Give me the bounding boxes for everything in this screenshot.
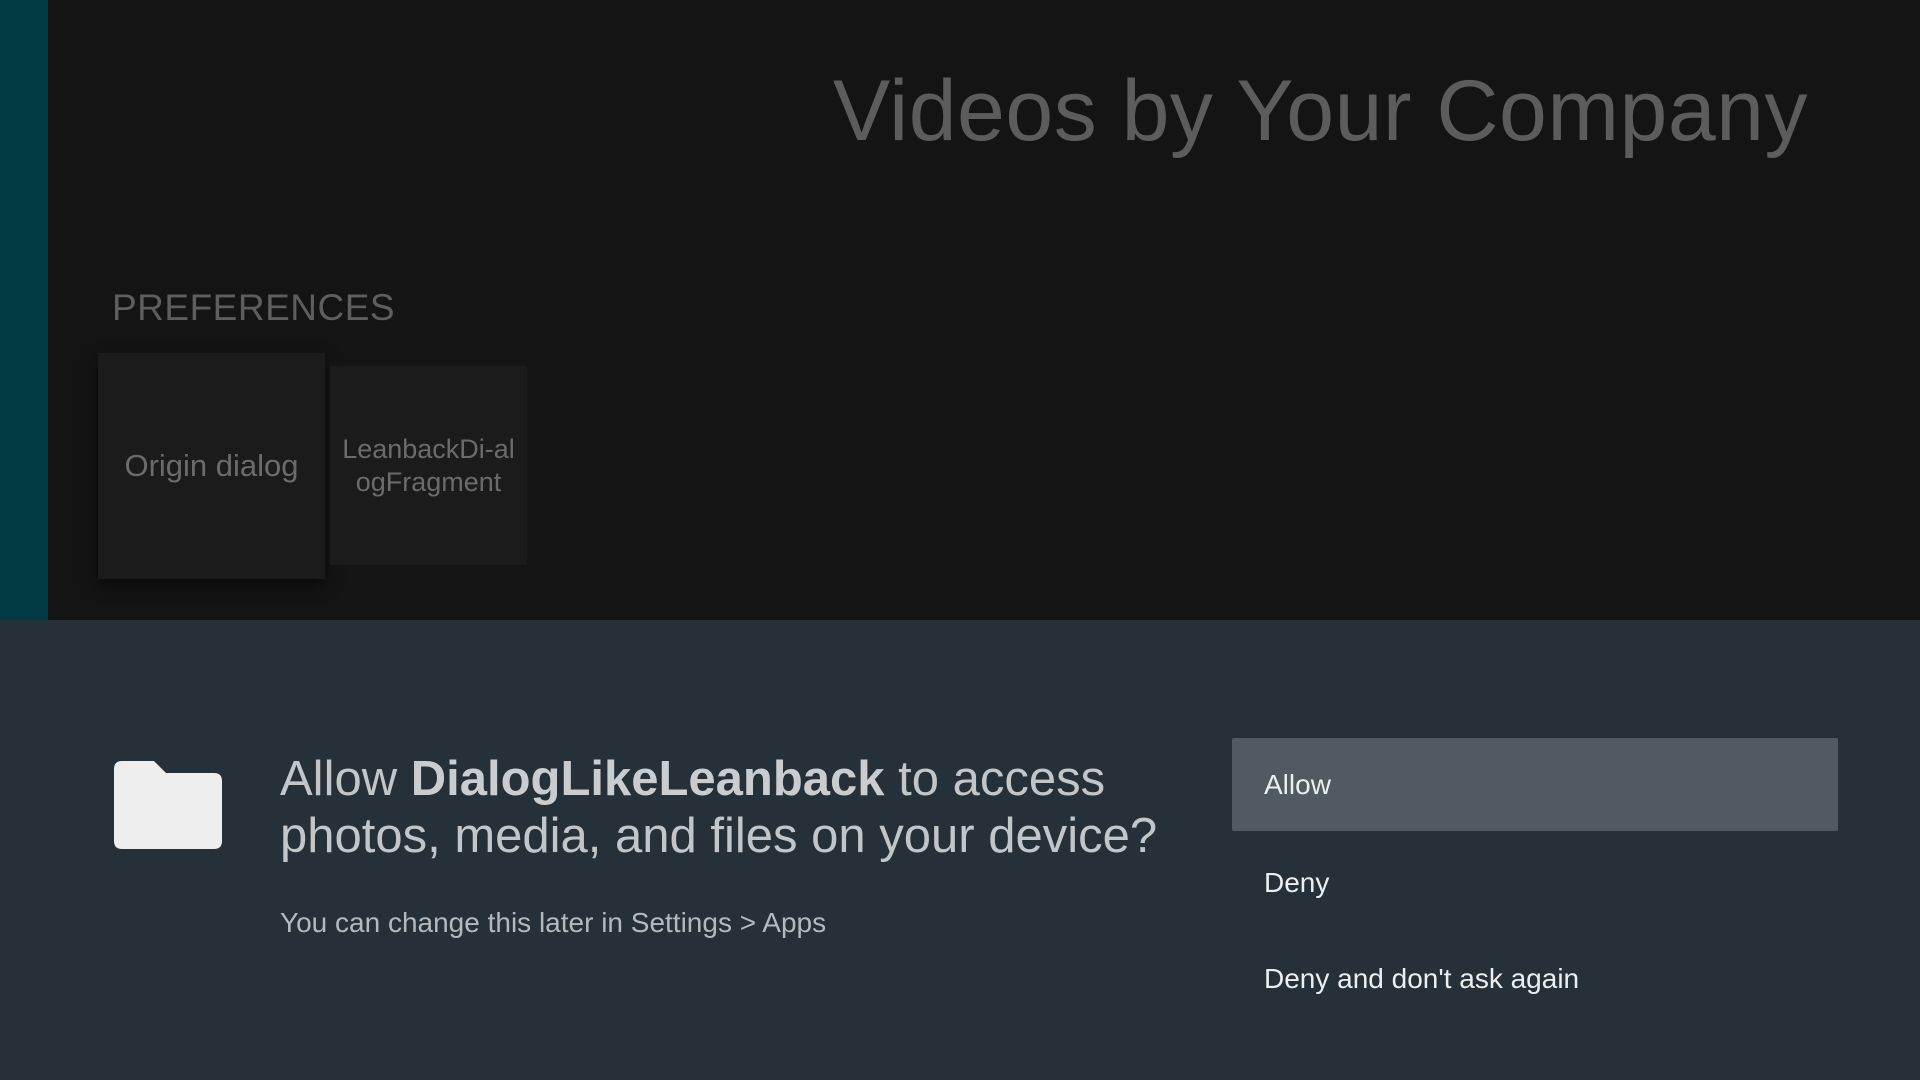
message-prefix: Allow (280, 752, 411, 806)
folder-icon (114, 761, 222, 849)
card-origin-dialog[interactable]: Origin dialog (98, 353, 325, 579)
deny-label: Deny (1264, 866, 1330, 898)
card-label: LeanbackDi-alogFragment (342, 433, 515, 497)
permission-hint: You can change this later in Settings > … (280, 907, 827, 938)
permission-message: Allow DialogLikeLeanback to access photo… (280, 751, 1160, 865)
card-leanback-dialog-fragment[interactable]: LeanbackDi-alogFragment (330, 366, 527, 565)
permission-dialog: Allow DialogLikeLeanback to access photo… (0, 620, 1920, 1080)
screen: Videos by Your Company PREFERENCES Origi… (0, 0, 1920, 1080)
app-name: DialogLikeLeanback (410, 752, 885, 806)
deny-dont-ask-again-label: Deny and don't ask again (1264, 962, 1580, 994)
deny-button[interactable]: Deny (1232, 836, 1838, 929)
row-header-preferences: PREFERENCES (112, 287, 396, 328)
deny-dont-ask-again-button[interactable]: Deny and don't ask again (1232, 932, 1838, 1025)
headers-strip[interactable] (0, 0, 48, 620)
card-label: Origin dialog (124, 448, 299, 483)
allow-button[interactable]: Allow (1232, 738, 1838, 831)
browse-title: Videos by Your Company (832, 63, 1808, 159)
allow-label: Allow (1264, 768, 1331, 800)
